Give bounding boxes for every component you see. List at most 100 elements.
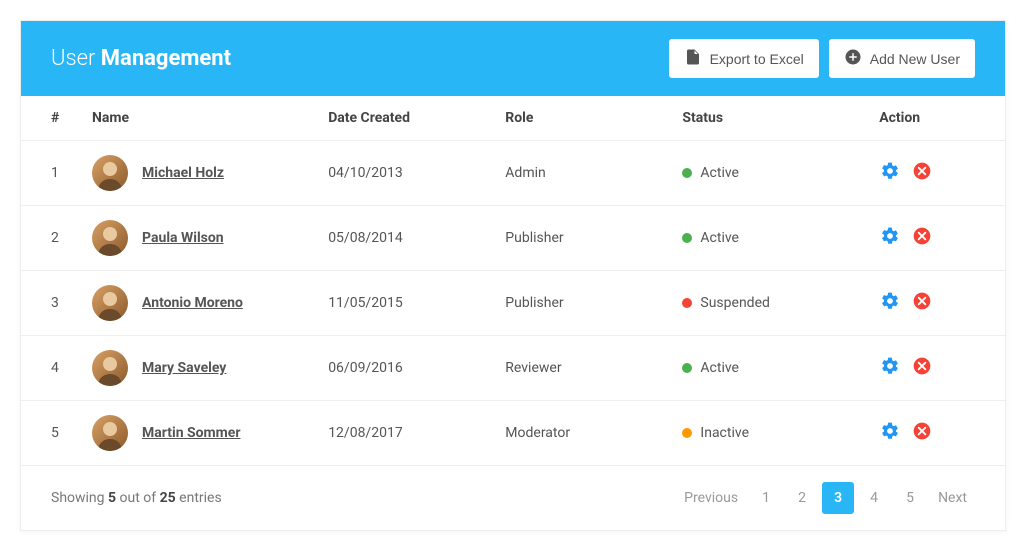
shown-count: 5 <box>108 490 116 506</box>
row-actions <box>867 401 1005 466</box>
page-title: User Management <box>51 46 231 71</box>
delete-button[interactable] <box>911 162 933 184</box>
page-3[interactable]: 3 <box>822 482 854 514</box>
file-icon <box>684 48 702 69</box>
row-status: Active <box>670 141 867 206</box>
page-1[interactable]: 1 <box>750 482 782 514</box>
row-index: 3 <box>21 271 80 336</box>
row-name-cell: Martin Sommer <box>80 401 316 466</box>
add-user-button[interactable]: Add New User <box>829 39 975 78</box>
status-label: Active <box>700 230 739 246</box>
settings-button[interactable] <box>879 422 901 444</box>
col-header-action: Action <box>867 96 1005 141</box>
user-link[interactable]: Paula Wilson <box>142 230 224 246</box>
row-name-cell: Mary Saveley <box>80 336 316 401</box>
delete-button[interactable] <box>911 227 933 249</box>
row-role: Reviewer <box>493 336 670 401</box>
row-name-cell: Antonio Moreno <box>80 271 316 336</box>
total-count: 25 <box>160 490 176 506</box>
page-2[interactable]: 2 <box>786 482 818 514</box>
status-label: Suspended <box>700 295 770 311</box>
table-row: 3 Antonio Moreno 11/05/2015 Publisher Su… <box>21 271 1005 336</box>
row-actions <box>867 271 1005 336</box>
row-index: 5 <box>21 401 80 466</box>
col-header-status: Status <box>670 96 867 141</box>
table-row: 2 Paula Wilson 05/08/2014 Publisher Acti… <box>21 206 1005 271</box>
close-circle-icon <box>912 421 932 445</box>
page-prev[interactable]: Previous <box>676 482 746 514</box>
row-role: Moderator <box>493 401 670 466</box>
settings-button[interactable] <box>879 162 901 184</box>
gear-icon <box>880 226 900 250</box>
status-dot-icon <box>682 363 692 373</box>
settings-button[interactable] <box>879 227 901 249</box>
gear-icon <box>880 421 900 445</box>
table-row: 5 Martin Sommer 12/08/2017 Moderator Ina… <box>21 401 1005 466</box>
close-circle-icon <box>912 226 932 250</box>
plus-circle-icon <box>844 48 862 69</box>
avatar <box>92 220 128 256</box>
col-header-name: Name <box>80 96 316 141</box>
col-header-idx: # <box>21 96 80 141</box>
status-label: Active <box>700 360 739 376</box>
row-status: Active <box>670 336 867 401</box>
page-next[interactable]: Next <box>930 482 975 514</box>
delete-button[interactable] <box>911 422 933 444</box>
delete-button[interactable] <box>911 292 933 314</box>
settings-button[interactable] <box>879 292 901 314</box>
page-5[interactable]: 5 <box>894 482 926 514</box>
row-index: 1 <box>21 141 80 206</box>
export-excel-button[interactable]: Export to Excel <box>669 39 819 78</box>
row-role: Publisher <box>493 271 670 336</box>
row-index: 2 <box>21 206 80 271</box>
status-dot-icon <box>682 298 692 308</box>
pagination: Previous 12345 Next <box>676 482 975 514</box>
row-date: 05/08/2014 <box>316 206 493 271</box>
row-role: Publisher <box>493 206 670 271</box>
delete-button[interactable] <box>911 357 933 379</box>
export-label: Export to Excel <box>710 51 804 67</box>
row-status: Active <box>670 206 867 271</box>
row-actions <box>867 141 1005 206</box>
avatar <box>92 155 128 191</box>
user-link[interactable]: Mary Saveley <box>142 360 226 376</box>
row-name-cell: Michael Holz <box>80 141 316 206</box>
col-header-role: Role <box>493 96 670 141</box>
table-footer: Showing 5 out of 25 entries Previous 123… <box>21 466 1005 530</box>
showing-suffix: entries <box>176 490 222 506</box>
gear-icon <box>880 291 900 315</box>
user-link[interactable]: Antonio Moreno <box>142 295 243 311</box>
status-label: Active <box>700 165 739 181</box>
add-user-label: Add New User <box>870 51 960 67</box>
users-table: # Name Date Created Role Status Action 1… <box>21 96 1005 466</box>
title-light: User <box>51 46 101 71</box>
gear-icon <box>880 356 900 380</box>
user-link[interactable]: Martin Sommer <box>142 425 240 441</box>
table-row: 1 Michael Holz 04/10/2013 Admin Active <box>21 141 1005 206</box>
showing-mid: out of <box>116 490 160 506</box>
settings-button[interactable] <box>879 357 901 379</box>
gear-icon <box>880 161 900 185</box>
status-label: Inactive <box>700 425 749 441</box>
page-4[interactable]: 4 <box>858 482 890 514</box>
close-circle-icon <box>912 291 932 315</box>
header-actions: Export to Excel Add New User <box>669 39 975 78</box>
row-actions <box>867 336 1005 401</box>
showing-prefix: Showing <box>51 490 108 506</box>
avatar <box>92 350 128 386</box>
user-link[interactable]: Michael Holz <box>142 165 224 181</box>
avatar <box>92 285 128 321</box>
row-date: 04/10/2013 <box>316 141 493 206</box>
row-date: 06/09/2016 <box>316 336 493 401</box>
card-header: User Management Export to Excel Add New … <box>21 21 1005 96</box>
status-dot-icon <box>682 428 692 438</box>
row-status: Suspended <box>670 271 867 336</box>
row-name-cell: Paula Wilson <box>80 206 316 271</box>
col-header-date: Date Created <box>316 96 493 141</box>
row-actions <box>867 206 1005 271</box>
avatar <box>92 415 128 451</box>
close-circle-icon <box>912 356 932 380</box>
table-row: 4 Mary Saveley 06/09/2016 Reviewer Activ… <box>21 336 1005 401</box>
user-management-card: User Management Export to Excel Add New … <box>20 20 1006 531</box>
close-circle-icon <box>912 161 932 185</box>
